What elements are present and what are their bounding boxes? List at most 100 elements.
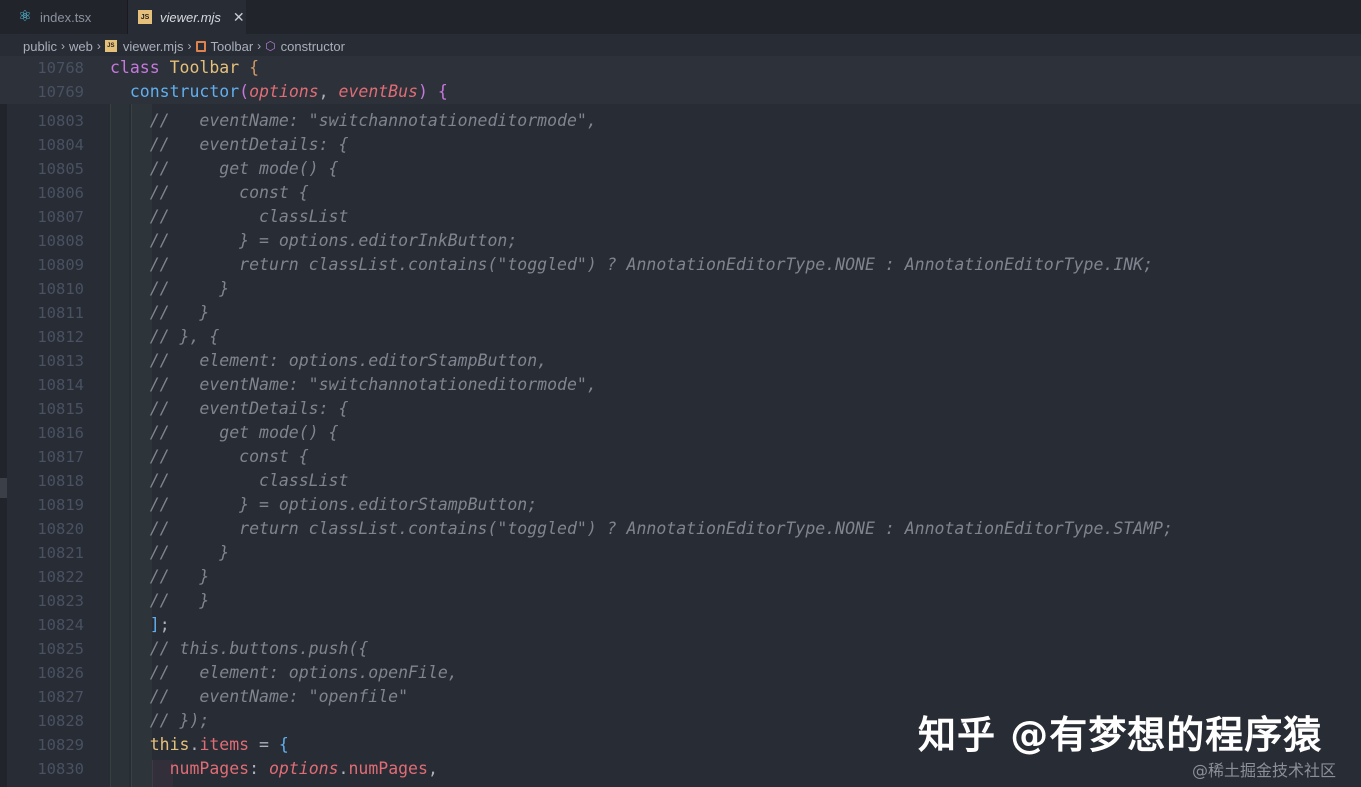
line-number: 10824 [37,616,84,634]
line-number: 10817 [37,448,84,466]
code-line[interactable]: 10812 // }, { [0,325,1361,349]
code-line[interactable]: 10823 // } [0,589,1361,613]
line-number: 10816 [37,424,84,442]
code-line[interactable]: 10804 // eventDetails: { [0,133,1361,157]
code-text: // get mode() { [110,423,339,442]
code-text: class Toolbar { [110,58,260,77]
code-text: // const { [110,447,309,466]
line-number: 10826 [37,664,84,682]
code-line[interactable]: 10821 // } [0,541,1361,565]
line-number: 10813 [37,352,84,370]
code-line[interactable]: 10825 // this.buttons.push({ [0,637,1361,661]
close-icon[interactable]: ✕ [233,9,245,26]
code-line[interactable]: 10818 // classList [0,469,1361,493]
line-number: 10807 [37,208,84,226]
line-number: 10820 [37,520,84,538]
line-number: 10805 [37,160,84,178]
line-number: 10827 [37,688,84,706]
code-text: // eventName: "switchannotationeditormod… [110,375,597,394]
breadcrumb-item-method[interactable]: constructor [281,39,345,54]
code-text: // } = options.editorStampButton; [110,495,538,514]
breadcrumb-item-public[interactable]: public [23,39,57,54]
code-line[interactable]: 10815 // eventDetails: { [0,397,1361,421]
js-file-icon: JS [104,40,117,52]
code-text: // this.buttons.push({ [110,639,369,658]
code-text: // element: options.editorStampButton, [110,351,548,370]
code-editor[interactable]: 10768 class Toolbar { 10769 constructor(op… [0,56,1361,787]
code-text: // classList [110,471,349,490]
line-number: 10818 [37,472,84,490]
line-number: 10768 [37,59,84,77]
code-text: // } [110,591,210,610]
line-number: 10814 [37,376,84,394]
breadcrumb-item-file[interactable]: viewer.mjs [123,39,184,54]
code-text: ]; [149,615,170,634]
line-number: 10825 [37,640,84,658]
code-line[interactable]: 10826 // element: options.openFile, [0,661,1361,685]
code-text: constructor(options, eventBus) { [129,82,448,101]
code-line[interactable]: 10813 // element: options.editorStampBut… [0,349,1361,373]
code-line[interactable]: 10814 // eventName: "switchannotationedi… [0,373,1361,397]
line-number: 10806 [37,184,84,202]
code-line[interactable]: 10768 class Toolbar { [0,56,1361,80]
class-icon [195,40,206,52]
line-number: 10829 [37,736,84,754]
line-number: 10823 [37,592,84,610]
code-text: // eventName: "openfile" [110,687,409,706]
code-line[interactable]: 10808 // } = options.editorInkButton; [0,229,1361,253]
code-text: // const { [110,183,309,202]
code-line[interactable]: 10816 // get mode() { [0,421,1361,445]
code-line[interactable]: 10769 constructor(options, eventBus) { [0,80,1361,104]
line-number: 10810 [37,280,84,298]
line-number: 10815 [37,400,84,418]
chevron-right-icon: › [96,39,101,53]
code-line[interactable]: 10807 // classList [0,205,1361,229]
code-text: // return classList.contains("toggled") … [110,255,1154,274]
code-text: numPages: options.numPages, [169,759,438,778]
code-line[interactable]: 10820 // return classList.contains("togg… [0,517,1361,541]
tab-viewer-mjs[interactable]: JS viewer.mjs ✕ [128,0,246,34]
code-line[interactable]: 10806 // const { [0,181,1361,205]
code-line[interactable]: 10803 // eventName: "switchannotationedi… [0,109,1361,133]
zhihu-watermark: 知乎 @有梦想的程序猿 [918,713,1323,757]
chevron-right-icon: › [187,39,192,53]
line-number: 10804 [37,136,84,154]
code-text: this.items = { [149,735,289,754]
code-text: // return classList.contains("toggled") … [110,519,1173,538]
line-number: 10819 [37,496,84,514]
code-line[interactable]: 10830 numPages: options.numPages, [0,757,1361,781]
line-number: 10811 [37,304,84,322]
breadcrumb-item-class[interactable]: Toolbar [211,39,254,54]
line-number: 10830 [37,760,84,778]
code-text: // eventName: "switchannotationeditormod… [110,111,597,130]
tab-label: viewer.mjs [160,9,221,25]
line-number: 10808 [37,232,84,250]
code-line[interactable]: 10809 // return classList.contains("togg… [0,253,1361,277]
breadcrumb: public › web › JS viewer.mjs › Toolbar ›… [0,34,1361,58]
code-text: // }); [110,711,210,730]
code-text: // get mode() { [110,159,339,178]
code-text: // } = options.editorInkButton; [110,231,518,250]
code-line[interactable]: 10822 // } [0,565,1361,589]
code-text: // eventDetails: { [110,135,349,154]
tab-bar: ⚛ index.tsx JS viewer.mjs ✕ [0,0,1361,35]
code-text: // }, { [110,327,220,346]
code-text: // } [110,567,210,586]
code-line[interactable]: 10805 // get mode() { [0,157,1361,181]
tab-index-tsx[interactable]: ⚛ index.tsx [0,0,128,34]
code-line[interactable]: 10824 ]; [0,613,1361,637]
chevron-right-icon: › [60,39,65,53]
code-line[interactable]: 10811 // } [0,301,1361,325]
react-icon: ⚛ [18,8,32,25]
line-number: 10769 [37,83,84,101]
code-text: // eventDetails: { [110,399,349,418]
code-line[interactable]: 10819 // } = options.editorStampButton; [0,493,1361,517]
method-icon: ⬡ [265,39,276,53]
breadcrumb-item-web[interactable]: web [69,39,93,54]
line-number: 10812 [37,328,84,346]
line-number: 10821 [37,544,84,562]
code-line[interactable]: 10817 // const { [0,445,1361,469]
chevron-right-icon: › [257,39,262,53]
code-line[interactable]: 10810 // } [0,277,1361,301]
code-text: // } [110,543,230,562]
